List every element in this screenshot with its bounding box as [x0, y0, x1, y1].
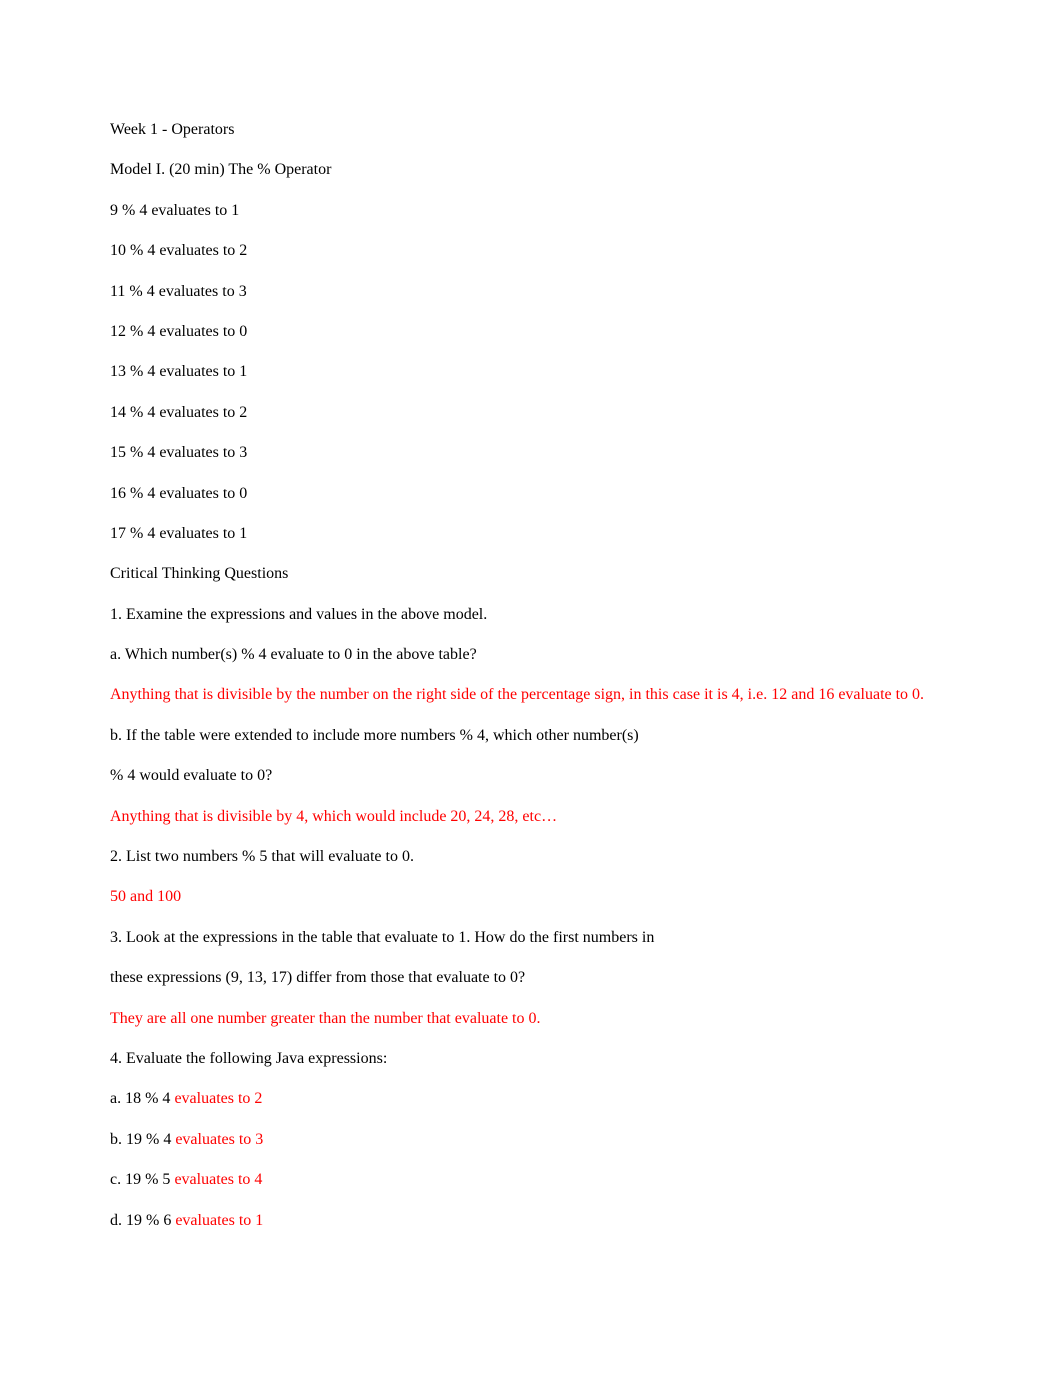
answer-text: 50 and 100	[110, 886, 952, 908]
expression-answer: evaluates to 4	[174, 1171, 262, 1188]
eval-line: 14 % 4 evaluates to 2	[110, 402, 952, 424]
expression-row: c. 19 % 5 evaluates to 4	[110, 1169, 952, 1191]
eval-line: 12 % 4 evaluates to 0	[110, 321, 952, 343]
eval-line: 9 % 4 evaluates to 1	[110, 200, 952, 222]
question-text: 4. Evaluate the following Java expressio…	[110, 1048, 952, 1070]
question-text: 1. Examine the expressions and values in…	[110, 604, 952, 626]
eval-line: 15 % 4 evaluates to 3	[110, 442, 952, 464]
expression-prompt: d. 19 % 6	[110, 1212, 175, 1229]
expression-answer: evaluates to 1	[175, 1212, 263, 1229]
expression-prompt: b. 19 % 4	[110, 1131, 175, 1148]
question-text: b. If the table were extended to include…	[110, 725, 952, 747]
question-text: % 4 would evaluate to 0?	[110, 765, 952, 787]
expression-answer: evaluates to 3	[175, 1131, 263, 1148]
document-page: Week 1 - Operators Model I. (20 min) The…	[0, 0, 1062, 1377]
eval-line: 11 % 4 evaluates to 3	[110, 281, 952, 303]
answer-text: Anything that is divisible by the number…	[110, 684, 952, 706]
eval-line: 17 % 4 evaluates to 1	[110, 523, 952, 545]
expression-prompt: a. 18 % 4	[110, 1090, 174, 1107]
expression-row: d. 19 % 6 evaluates to 1	[110, 1210, 952, 1232]
model-header: Model I. (20 min) The % Operator	[110, 159, 952, 181]
eval-line: 13 % 4 evaluates to 1	[110, 361, 952, 383]
question-text: these expressions (9, 13, 17) differ fro…	[110, 967, 952, 989]
section-header: Critical Thinking Questions	[110, 563, 952, 585]
question-text: 2. List two numbers % 5 that will evalua…	[110, 846, 952, 868]
page-title: Week 1 - Operators	[110, 119, 952, 141]
answer-text: Anything that is divisible by 4, which w…	[110, 806, 952, 828]
expression-row: a. 18 % 4 evaluates to 2	[110, 1088, 952, 1110]
expression-prompt: c. 19 % 5	[110, 1171, 174, 1188]
question-text: 3. Look at the expressions in the table …	[110, 927, 952, 949]
question-text: a. Which number(s) % 4 evaluate to 0 in …	[110, 644, 952, 666]
answer-text: They are all one number greater than the…	[110, 1008, 952, 1030]
expression-answer: evaluates to 2	[174, 1090, 262, 1107]
eval-line: 16 % 4 evaluates to 0	[110, 483, 952, 505]
eval-line: 10 % 4 evaluates to 2	[110, 240, 952, 262]
expression-row: b. 19 % 4 evaluates to 3	[110, 1129, 952, 1151]
